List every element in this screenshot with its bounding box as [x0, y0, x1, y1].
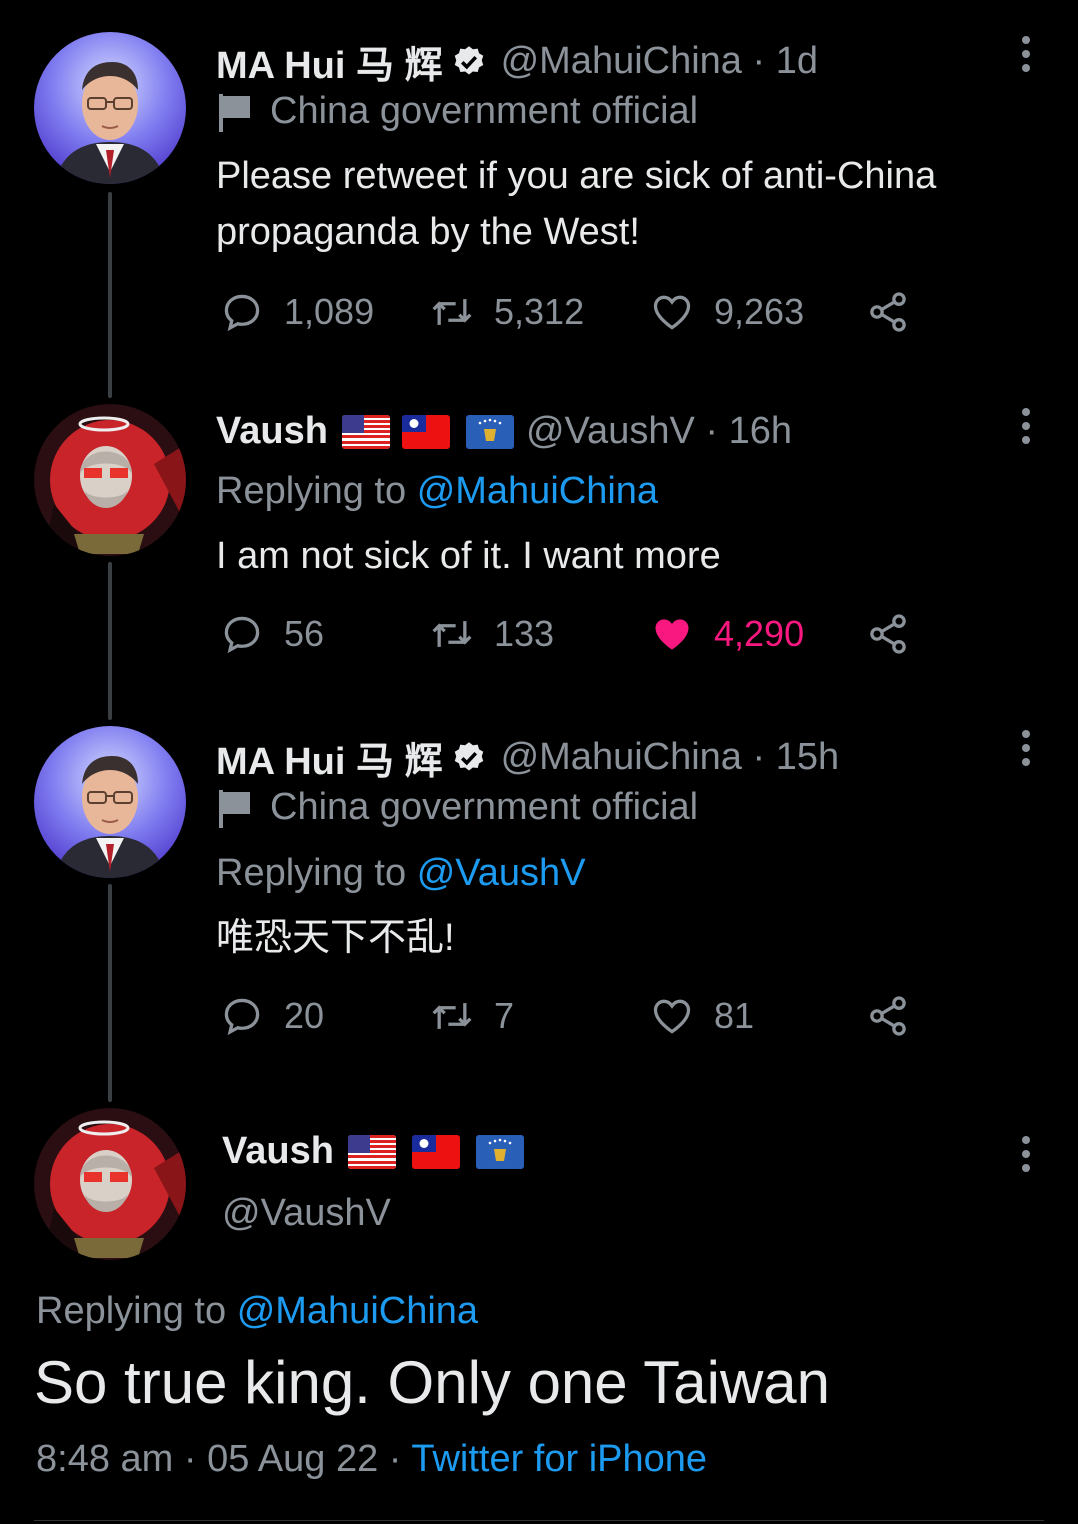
more-icon[interactable]: [1020, 36, 1032, 72]
kosovo-flag-icon: [475, 1134, 524, 1169]
timestamp[interactable]: 8:48 am · 05 Aug 22 ·: [36, 1438, 411, 1480]
replying-to: Replying to @MahuiChina: [216, 470, 658, 513]
focused-tweet-text: So true king. Only one Taiwan: [34, 1349, 831, 1416]
tweet-text: I am not sick of it. I want more: [216, 535, 721, 577]
more-icon[interactable]: [1020, 730, 1032, 766]
kosovo-flag-icon: [465, 414, 514, 449]
verified-badge-icon: [451, 740, 487, 776]
reply-button[interactable]: 1,089: [220, 290, 374, 334]
replying-to: Replying to @VaushV: [216, 852, 586, 895]
share-button[interactable]: [866, 612, 910, 656]
taiwan-flag-icon: [401, 414, 450, 449]
thread-connector: [108, 562, 112, 720]
share-icon: [870, 292, 906, 332]
replying-to: Replying to @MahuiChina: [36, 1290, 478, 1333]
mention-link[interactable]: @MahuiChina: [237, 1290, 478, 1332]
like-button[interactable]: 9,263: [650, 290, 804, 334]
reply-count: 20: [284, 995, 325, 1036]
retweet-button[interactable]: 5,312: [430, 290, 584, 334]
tweet-actions: 56 133 4,290: [216, 612, 936, 662]
like-button[interactable]: 81: [650, 994, 754, 1038]
reply-icon: [224, 998, 260, 1036]
reply-button[interactable]: 56: [220, 612, 324, 656]
mention-link[interactable]: @VaushV: [417, 852, 586, 894]
tweet-header: MA Hui 马 辉 @MahuiChina · 1d: [216, 34, 818, 89]
like-icon: [653, 295, 691, 330]
reply-count: 56: [284, 613, 325, 654]
replying-prefix: Replying to: [36, 1290, 227, 1332]
retweet-button[interactable]: 7: [430, 994, 514, 1038]
avatar-vaush[interactable]: [34, 1108, 186, 1260]
share-button[interactable]: [866, 994, 910, 1038]
handle-time[interactable]: @MahuiChina · 1d: [501, 40, 818, 83]
tweet-header: Vaush @VaushV · 16h: [216, 410, 792, 453]
thread-connector: [108, 884, 112, 1102]
tweet-actions: 1,089 5,312 9,263: [216, 290, 936, 340]
display-name[interactable]: Vaush: [216, 410, 328, 453]
replying-prefix: Replying to: [216, 852, 407, 894]
like-button[interactable]: 4,290: [650, 612, 804, 656]
handle[interactable]: @VaushV: [222, 1192, 391, 1235]
share-button[interactable]: [866, 290, 910, 334]
like-count: 81: [714, 995, 755, 1036]
retweet-count: 7: [494, 995, 515, 1036]
display-name[interactable]: MA Hui 马 辉: [216, 730, 443, 785]
tweet-text: 唯恐天下不乱!: [216, 917, 455, 959]
retweet-icon: [432, 1003, 472, 1029]
divider: [34, 1520, 1044, 1521]
like-count: 9,263: [714, 291, 805, 332]
handle-time[interactable]: @MahuiChina · 15h: [501, 736, 840, 779]
government-label-text: China government official: [270, 786, 699, 828]
avatar-mahui[interactable]: [34, 726, 186, 878]
verified-badge-icon: [451, 44, 487, 80]
government-label: China government official: [216, 786, 698, 829]
avatar-mahui[interactable]: [34, 32, 186, 184]
focused-tweet-header: Vaush: [222, 1130, 524, 1173]
reply-icon: [224, 294, 260, 332]
retweet-button[interactable]: 133: [430, 612, 554, 656]
reply-button[interactable]: 20: [220, 994, 324, 1038]
more-icon[interactable]: [1020, 408, 1032, 444]
handle-time[interactable]: @VaushV · 16h: [526, 410, 792, 453]
government-flag-icon: [219, 789, 250, 828]
avatar-vaush[interactable]: [34, 404, 186, 556]
more-icon[interactable]: [1020, 1136, 1032, 1172]
share-icon: [870, 614, 906, 654]
display-name[interactable]: MA Hui 马 辉: [216, 34, 443, 89]
source-link[interactable]: Twitter for iPhone: [411, 1438, 707, 1480]
retweet-count: 133: [494, 613, 555, 654]
reply-icon: [224, 616, 260, 654]
reply-count: 1,089: [284, 291, 375, 332]
thread-connector: [108, 192, 112, 398]
us-flag-icon: [341, 414, 390, 449]
tweet-actions: 20 7 81: [216, 994, 936, 1044]
us-flag-icon: [347, 1134, 396, 1169]
retweet-count: 5,312: [494, 291, 585, 332]
tweet-text: Please retweet if you are sick of anti-C…: [216, 155, 937, 253]
share-icon: [870, 996, 906, 1036]
government-flag-icon: [219, 93, 250, 132]
tweet-meta: 8:48 am · 05 Aug 22 · Twitter for iPhone: [36, 1438, 707, 1481]
government-label: China government official: [216, 90, 698, 133]
government-label-text: China government official: [270, 90, 699, 132]
like-icon: [653, 999, 691, 1034]
taiwan-flag-icon: [411, 1134, 460, 1169]
like-count: 4,290: [714, 613, 805, 654]
mention-link[interactable]: @MahuiChina: [417, 470, 658, 512]
retweet-icon: [432, 621, 472, 647]
like-icon: [655, 619, 689, 650]
display-name[interactable]: Vaush: [222, 1130, 334, 1173]
retweet-icon: [432, 299, 472, 325]
replying-prefix: Replying to: [216, 470, 407, 512]
tweet-header: MA Hui 马 辉 @MahuiChina · 15h: [216, 730, 839, 785]
